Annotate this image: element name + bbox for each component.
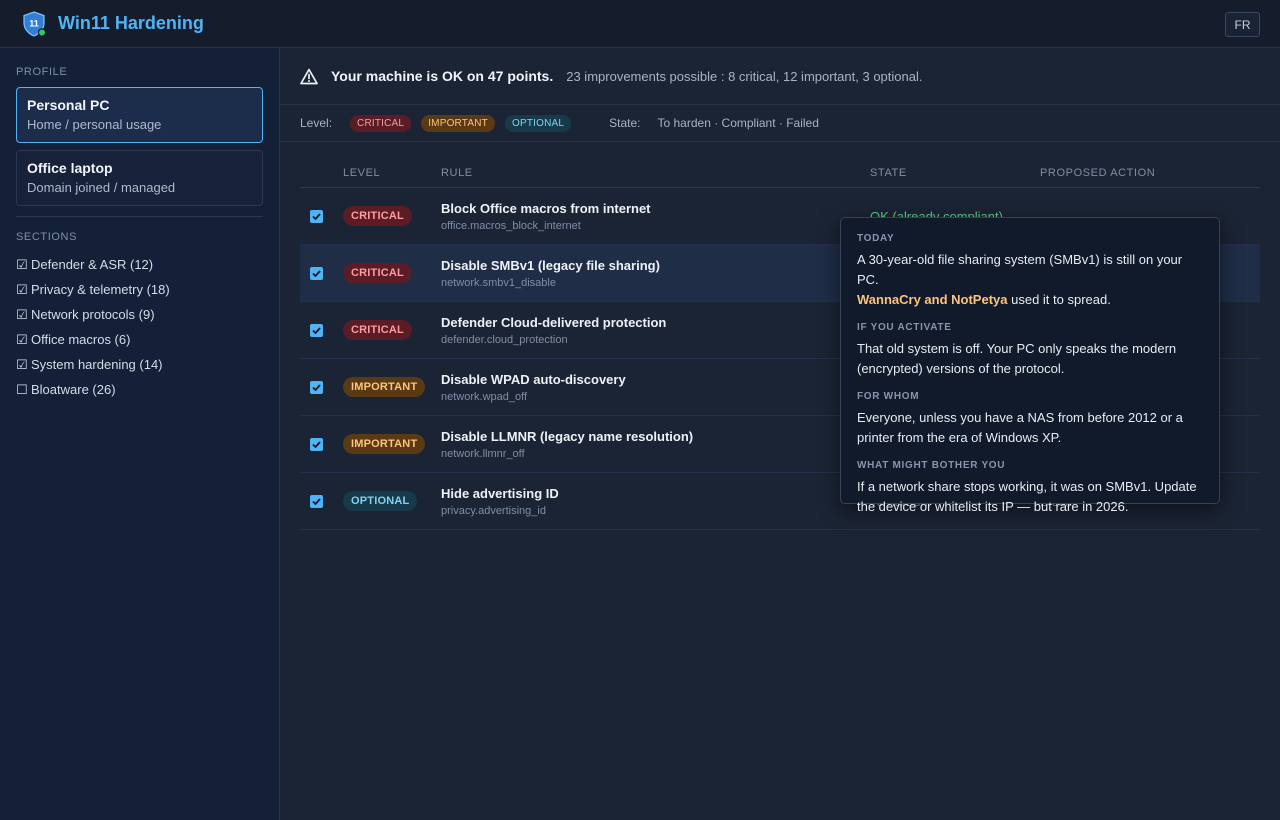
filter-chip-critical[interactable]: CRITICAL (350, 114, 412, 132)
summary-main-text: Your machine is OK on 47 points. (331, 68, 554, 84)
profile-desc: Home / personal usage (27, 117, 162, 132)
row-checkbox[interactable] (310, 209, 323, 223)
rule-title: Defender Cloud-delivered protection (441, 314, 667, 330)
header-state[interactable]: STATE (870, 167, 1040, 179)
sidebar-divider (16, 216, 263, 217)
section-checkbox[interactable]: ☑ (16, 257, 30, 273)
shield-logo-icon: 11 (22, 10, 46, 37)
tooltip-text-bother: If a network share stops working, it was… (857, 479, 1197, 514)
rule-id: office.macros_block_internet (441, 219, 581, 232)
section-checkbox[interactable]: ☑ (16, 357, 30, 373)
tooltip-heading-whom: FOR WHOM (857, 391, 920, 402)
table-header: LEVEL RULE STATE PROPOSED ACTION (300, 158, 1260, 188)
level-badge: CRITICAL (343, 263, 412, 283)
rule-title: Disable WPAD auto-discovery (441, 371, 626, 387)
filter-bar: Level: CRITICAL IMPORTANT OPTIONAL State… (280, 105, 1280, 142)
section-checkbox[interactable]: ☑ (16, 332, 30, 348)
level-badge: CRITICAL (343, 206, 412, 226)
section-checkbox[interactable]: ☑ (16, 307, 30, 323)
profile-heading: PROFILE (16, 66, 68, 78)
top-bar: 11 Win11 Hardening FR (0, 0, 1280, 48)
section-checkbox[interactable]: ☐ (16, 382, 30, 398)
state-filter-label: State: (609, 116, 641, 130)
section-item-defender[interactable]: ☑ Defender & ASR (12) (16, 252, 263, 277)
row-checkbox[interactable] (310, 437, 323, 451)
header-level[interactable]: LEVEL (343, 167, 441, 179)
rule-info-tooltip: TODAY A 30-year-old file sharing system … (840, 217, 1220, 514)
profile-name: Office laptop (27, 160, 113, 176)
tooltip-text-today: A 30-year-old file sharing system (SMBv1… (857, 250, 1203, 310)
level-filter-label: Level: (300, 116, 333, 130)
level-badge: CRITICAL (343, 320, 412, 340)
warning-icon (300, 68, 318, 84)
tooltip-text-activate: That old system is off. Your PC only spe… (857, 341, 1177, 376)
tooltip-today-sentence: A 30-year-old file sharing system (SMBv1… (857, 252, 1183, 287)
section-label: Privacy & telemetry (18) (31, 282, 170, 297)
profile-card-personal-pc[interactable]: Personal PC Home / personal usage (16, 87, 263, 143)
row-checkbox[interactable] (310, 266, 323, 280)
summary-bar: Your machine is OK on 47 points. 23 impr… (280, 48, 1280, 105)
logo-text: 11 (29, 18, 39, 28)
section-label: Bloatware (26) (31, 382, 116, 397)
level-badge: OPTIONAL (343, 491, 418, 511)
tooltip-today-highlight: WannaCry and NotPetya (857, 292, 1008, 307)
section-label: Network protocols (9) (31, 307, 155, 322)
rule-id: network.smbv1_disable (441, 276, 556, 289)
profile-desc: Domain joined / managed (27, 180, 176, 195)
section-item-system-hardening[interactable]: ☑ System hardening (14) (16, 352, 263, 377)
tooltip-text-whom: Everyone, unless you have a NAS from bef… (857, 410, 1183, 445)
rule-id: network.llmnr_off (441, 447, 525, 460)
sidebar: PROFILE Personal PC Home / personal usag… (0, 48, 280, 820)
tooltip-heading-activate: IF YOU ACTIVATE (857, 322, 952, 333)
level-badge: IMPORTANT (343, 434, 426, 454)
section-label: Office macros (6) (31, 332, 131, 347)
header-rule[interactable]: RULE (441, 167, 870, 179)
rule-title: Block Office macros from internet (441, 200, 651, 216)
profile-name: Personal PC (27, 97, 110, 113)
section-label: System hardening (14) (31, 357, 163, 372)
state-filter-options[interactable]: To harden · Compliant · Failed (658, 116, 819, 130)
level-badge: IMPORTANT (343, 377, 426, 397)
section-item-office-macros[interactable]: ☑ Office macros (6) (16, 327, 263, 352)
rule-id: defender.cloud_protection (441, 333, 568, 346)
row-checkbox[interactable] (310, 380, 323, 394)
section-item-privacy[interactable]: ☑ Privacy & telemetry (18) (16, 277, 263, 302)
summary-sub-text: 23 improvements possible : 8 critical, 1… (566, 68, 923, 84)
section-checkbox[interactable]: ☑ (16, 282, 30, 298)
row-checkbox[interactable] (310, 323, 323, 337)
header-action[interactable]: PROPOSED ACTION (1040, 167, 1260, 179)
tooltip-today-tail: used it to spread. (1007, 292, 1111, 307)
section-item-network[interactable]: ☑ Network protocols (9) (16, 302, 263, 327)
app-title: Win11 Hardening (58, 13, 204, 33)
filter-chip-optional[interactable]: OPTIONAL (504, 114, 572, 132)
profile-card-office-laptop[interactable]: Office laptop Domain joined / managed (16, 150, 263, 206)
rule-title: Hide advertising ID (441, 485, 559, 501)
row-checkbox[interactable] (310, 494, 323, 508)
section-label: Defender & ASR (12) (31, 257, 154, 272)
rule-title: Disable SMBv1 (legacy file sharing) (441, 257, 660, 273)
rule-id: network.wpad_off (441, 390, 528, 403)
tooltip-heading-today: TODAY (857, 233, 895, 244)
section-item-bloatware[interactable]: ☐ Bloatware (26) (16, 377, 263, 402)
tooltip-heading-bother: WHAT MIGHT BOTHER YOU (857, 460, 1006, 471)
language-toggle-button[interactable]: FR (1225, 12, 1260, 37)
filter-chip-important[interactable]: IMPORTANT (421, 114, 495, 132)
rule-id: privacy.advertising_id (441, 504, 546, 517)
sections-heading: SECTIONS (16, 231, 78, 243)
rule-title: Disable LLMNR (legacy name resolution) (441, 428, 694, 444)
